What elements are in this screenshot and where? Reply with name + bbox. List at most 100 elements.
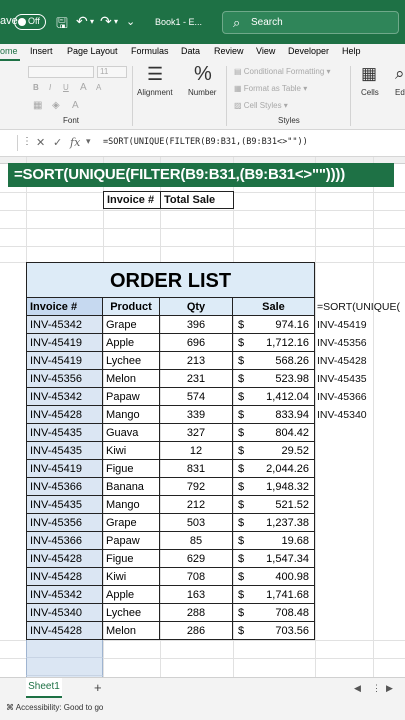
search-box[interactable]: ⌕ Search [222, 11, 399, 34]
cell-product[interactable]: Melon [103, 370, 160, 388]
cell-qty[interactable]: 792 [160, 478, 233, 496]
cancel-icon[interactable]: ✕ [36, 136, 45, 149]
sheet-tab-sheet1[interactable]: Sheet1 [26, 678, 62, 698]
spill-value[interactable]: INV-45340 [317, 409, 367, 421]
cell-qty[interactable]: 212 [160, 496, 233, 514]
cell-invoice[interactable]: INV-45419 [26, 460, 103, 478]
cell-invoice[interactable]: INV-45356 [26, 514, 103, 532]
tab-developer[interactable]: Developer [288, 46, 329, 56]
redo-icon[interactable]: ↷ [100, 13, 112, 30]
enter-icon[interactable]: ✓ [53, 136, 62, 149]
autosave-toggle[interactable]: Off [14, 14, 46, 30]
cell-invoice[interactable]: INV-45428 [26, 550, 103, 568]
cell-sale[interactable]: $804.42 [233, 424, 315, 442]
cell-sale[interactable]: $1,948.32 [233, 478, 315, 496]
selected-empty-cell[interactable] [26, 640, 103, 658]
cell-sale[interactable]: $1,412.04 [233, 388, 315, 406]
tab-help[interactable]: Help [342, 46, 361, 56]
cell-sale[interactable]: $29.52 [233, 442, 315, 460]
cell-qty[interactable]: 339 [160, 406, 233, 424]
font-shrink-icon[interactable]: A [96, 83, 101, 92]
cell-product[interactable]: Papaw [103, 388, 160, 406]
spill-value[interactable]: INV-45428 [317, 355, 367, 367]
conditional-formatting-button[interactable]: ▤ Conditional Formatting ▾ [234, 67, 331, 76]
format-as-table-button[interactable]: ▦ Format as Table ▾ [234, 84, 307, 93]
cell-invoice[interactable]: INV-45419 [26, 352, 103, 370]
cell-invoice[interactable]: INV-45342 [26, 586, 103, 604]
font-size-box[interactable]: 11 [97, 66, 127, 78]
cell-qty[interactable]: 163 [160, 586, 233, 604]
cell-invoice[interactable]: INV-45419 [26, 334, 103, 352]
cell-qty[interactable]: 288 [160, 604, 233, 622]
cell-qty[interactable]: 574 [160, 388, 233, 406]
cell-product[interactable]: Grape [103, 316, 160, 334]
underline-button[interactable]: U [63, 83, 69, 92]
editing-icon[interactable]: ⌕ [395, 64, 405, 84]
cell-sale[interactable]: $703.56 [233, 622, 315, 640]
spill-formula-cell[interactable]: =SORT(UNIQUE( [317, 301, 400, 313]
cell-invoice[interactable]: INV-45428 [26, 568, 103, 586]
cell-sale[interactable]: $1,237.38 [233, 514, 315, 532]
cell-sale[interactable]: $833.94 [233, 406, 315, 424]
font-color-icon[interactable]: A [72, 100, 79, 111]
column-header-invoice[interactable]: Invoice # [26, 298, 103, 316]
cell-product[interactable]: Figue [103, 460, 160, 478]
cell-sale[interactable]: $19.68 [233, 532, 315, 550]
insert-function-icon[interactable]: fx [70, 136, 80, 149]
scroll-left-icon[interactable]: ◀ [354, 683, 361, 694]
cell-invoice[interactable]: INV-45428 [26, 406, 103, 424]
spill-value[interactable]: INV-45356 [317, 337, 367, 349]
cell-qty[interactable]: 213 [160, 352, 233, 370]
cell-sale[interactable]: $400.98 [233, 568, 315, 586]
cell-product[interactable]: Apple [103, 334, 160, 352]
formula-bar-dropdown-icon[interactable]: ▾ [86, 136, 91, 147]
cell-sale[interactable]: $1,547.34 [233, 550, 315, 568]
cell-product[interactable]: Figue [103, 550, 160, 568]
cell-qty[interactable]: 327 [160, 424, 233, 442]
add-sheet-button[interactable]: + [94, 680, 102, 695]
cell-sale[interactable]: $523.98 [233, 370, 315, 388]
customize-toolbar-icon[interactable]: ⌄ [126, 15, 135, 28]
cell-qty[interactable]: 831 [160, 460, 233, 478]
column-header-qty[interactable]: Qty [160, 298, 233, 316]
cell-invoice[interactable]: INV-45435 [26, 442, 103, 460]
selected-empty-cell[interactable] [26, 658, 103, 676]
undo-icon[interactable]: ↶ [76, 13, 88, 30]
redo-dropdown-icon[interactable]: ▾ [114, 17, 118, 26]
cell-qty[interactable]: 629 [160, 550, 233, 568]
scroll-right-icon[interactable]: ▶ [386, 683, 393, 694]
spill-value[interactable]: INV-45366 [317, 391, 367, 403]
tab-home[interactable]: ome [0, 46, 18, 56]
fill-color-icon[interactable]: ◈ [52, 100, 60, 111]
cell-product[interactable]: Banana [103, 478, 160, 496]
editing-label[interactable]: Ed [395, 88, 405, 97]
font-name-box[interactable] [28, 66, 94, 78]
cell-invoice[interactable]: INV-45366 [26, 478, 103, 496]
alignment-icon[interactable]: ☰ [147, 64, 163, 85]
italic-button[interactable]: I [49, 83, 51, 92]
column-header-product[interactable]: Product [103, 298, 160, 316]
column-header-sale[interactable]: Sale [233, 298, 315, 316]
name-box-dropdown-icon[interactable]: ⋮ [22, 136, 32, 147]
cell-invoice[interactable]: INV-45435 [26, 424, 103, 442]
cells-label[interactable]: Cells [361, 88, 379, 97]
undo-dropdown-icon[interactable]: ▾ [90, 17, 94, 26]
cell-invoice[interactable]: INV-45356 [26, 370, 103, 388]
number-label[interactable]: Number [188, 88, 216, 97]
tab-review[interactable]: Review [214, 46, 244, 56]
cell-invoice[interactable]: INV-45366 [26, 532, 103, 550]
cell-product[interactable]: Guava [103, 424, 160, 442]
summary-header-invoice[interactable]: Invoice # [103, 191, 161, 209]
cell-sale[interactable]: $2,044.26 [233, 460, 315, 478]
alignment-label[interactable]: Alignment [137, 88, 173, 97]
tab-data[interactable]: Data [181, 46, 200, 56]
cells-icon[interactable]: ▦ [361, 64, 377, 84]
cell-sale[interactable]: $708.48 [233, 604, 315, 622]
order-list-title[interactable]: ORDER LIST [26, 262, 315, 298]
cell-product[interactable]: Lychee [103, 352, 160, 370]
cell-invoice[interactable]: INV-45342 [26, 388, 103, 406]
cell-product[interactable]: Lychee [103, 604, 160, 622]
cell-invoice[interactable]: INV-45435 [26, 496, 103, 514]
cell-styles-button[interactable]: ▨ Cell Styles ▾ [234, 101, 288, 110]
font-grow-icon[interactable]: A [80, 82, 87, 93]
